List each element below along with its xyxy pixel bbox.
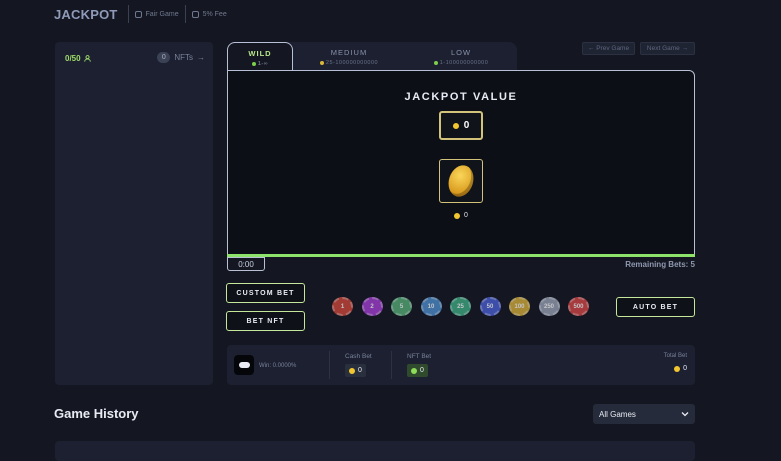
nft-count-badge: 0 xyxy=(157,52,171,63)
coin-icon xyxy=(452,122,459,129)
jackpot-value-box: 0 xyxy=(439,111,483,140)
arrow-right-icon: → xyxy=(679,45,689,52)
chip-500[interactable]: 500 xyxy=(568,297,589,316)
history-title: Game History xyxy=(54,406,139,421)
auto-bet-button[interactable]: AUTO BET xyxy=(616,297,695,317)
tab-label: LOW xyxy=(450,48,472,57)
win-chance: Win: 0.0000% xyxy=(259,363,297,369)
badge-label: Fair Game xyxy=(145,10,179,18)
fee-badge[interactable]: 5% Fee xyxy=(184,5,233,23)
progress-line xyxy=(227,254,695,257)
chip-100[interactable]: 100 xyxy=(509,297,530,316)
chip-50[interactable]: 50 xyxy=(479,297,501,316)
next-label: Next Game xyxy=(646,45,680,52)
tab-low[interactable]: LOW 1-100000000000 xyxy=(405,42,517,72)
arrow-left-icon: ← xyxy=(587,45,597,52)
nft-bet-amount: 0 xyxy=(420,367,424,374)
tab-label: WILD xyxy=(248,48,272,58)
arrow-right-icon: → xyxy=(197,53,205,62)
chip-selector: 1 2 5 10 25 50 100 250 500 xyxy=(332,297,589,316)
round-timer: 0:00 xyxy=(227,257,265,271)
total-bet-value: 0 xyxy=(674,362,687,375)
filter-value: All Games xyxy=(599,409,636,419)
tab-range-value: 1-100000000000 xyxy=(439,60,489,66)
cash-bet-amount: 0 xyxy=(358,367,362,374)
chip-10[interactable]: 10 xyxy=(420,297,442,316)
coin-icon xyxy=(454,212,461,219)
mask-icon xyxy=(238,362,250,368)
bet-nft-button[interactable]: BET NFT xyxy=(226,311,305,331)
cash-bet-label: Cash Bet xyxy=(345,353,372,360)
divider xyxy=(391,351,392,379)
player-count: 0/50 xyxy=(65,54,91,63)
chip-2[interactable]: 2 xyxy=(361,297,383,316)
total-bet-amount: 0 xyxy=(683,365,687,372)
remaining-value: 5 xyxy=(690,260,695,269)
chip-25[interactable]: 25 xyxy=(450,297,471,316)
jackpot-stage: JACKPOT VALUE 0 0 xyxy=(227,70,695,256)
avatar xyxy=(234,355,254,375)
shield-icon xyxy=(191,10,199,18)
jackpot-value: 0 xyxy=(463,120,470,131)
coin-icon xyxy=(433,61,438,65)
header: JACKPOT Fair Game 5% Fee xyxy=(54,4,233,24)
coin-icon xyxy=(319,61,324,65)
prev-game-button[interactable]: ← Prev Game xyxy=(582,42,635,55)
bet-summary: Win: 0.0000% Cash Bet 0 NFT Bet 0 Total … xyxy=(227,345,695,385)
chevron-down-icon xyxy=(681,412,689,417)
nft-bet-label: NFT Bet xyxy=(407,353,432,360)
tab-label: MEDIUM xyxy=(330,48,368,57)
remaining-bets: Remaining Bets: 5 xyxy=(625,260,695,269)
divider xyxy=(329,351,330,379)
next-game-button[interactable]: Next Game → xyxy=(640,42,695,55)
custom-bet-button[interactable]: CUSTOM BET xyxy=(226,283,305,303)
tab-range-value: 1-∞ xyxy=(257,60,269,67)
page-title: JACKPOT xyxy=(54,6,118,22)
chip-5[interactable]: 5 xyxy=(391,297,412,316)
coin-value: 0 xyxy=(228,212,694,219)
chip-1[interactable]: 1 xyxy=(332,297,353,316)
jackpot-title: JACKPOT VALUE xyxy=(404,91,518,103)
player-count-value: 0/50 xyxy=(65,54,81,63)
games-filter-select[interactable]: All Games xyxy=(593,404,695,424)
coin-value-text: 0 xyxy=(464,212,468,219)
tab-range: 1-∞ xyxy=(251,60,269,67)
players-panel: 0/50 0 NFTs → xyxy=(55,42,213,385)
coin-icon xyxy=(674,365,681,372)
tier-tabs: WILD 1-∞ MEDIUM 25-100000000000 LOW 1-10… xyxy=(227,42,517,72)
coin-icon xyxy=(411,367,417,374)
tab-range: 1-100000000000 xyxy=(433,60,489,66)
coin-icon xyxy=(349,367,355,374)
remaining-label: Remaining Bets: xyxy=(625,260,689,269)
tab-medium[interactable]: MEDIUM 25-100000000000 xyxy=(293,42,405,72)
coin-icon xyxy=(251,61,256,66)
tab-wild[interactable]: WILD 1-∞ xyxy=(227,42,293,72)
gold-coin-icon xyxy=(444,162,478,200)
shield-icon xyxy=(134,10,142,18)
cash-bet-value: 0 xyxy=(345,364,366,377)
total-bet-label: Total Bet xyxy=(663,353,687,359)
user-icon xyxy=(83,55,91,62)
tab-range: 25-100000000000 xyxy=(319,60,379,66)
badge-label: 5% Fee xyxy=(202,10,227,18)
prev-label: Prev Game xyxy=(596,45,630,52)
history-table xyxy=(55,441,695,461)
coin-display xyxy=(439,159,483,203)
chip-250[interactable]: 250 xyxy=(538,297,560,316)
nfts-link[interactable]: 0 NFTs → xyxy=(157,52,205,63)
fair-game-badge[interactable]: Fair Game xyxy=(127,5,185,23)
nfts-label: NFTs xyxy=(174,53,193,62)
tab-range-value: 25-100000000000 xyxy=(325,60,379,66)
nft-bet-value: 0 xyxy=(407,364,428,377)
